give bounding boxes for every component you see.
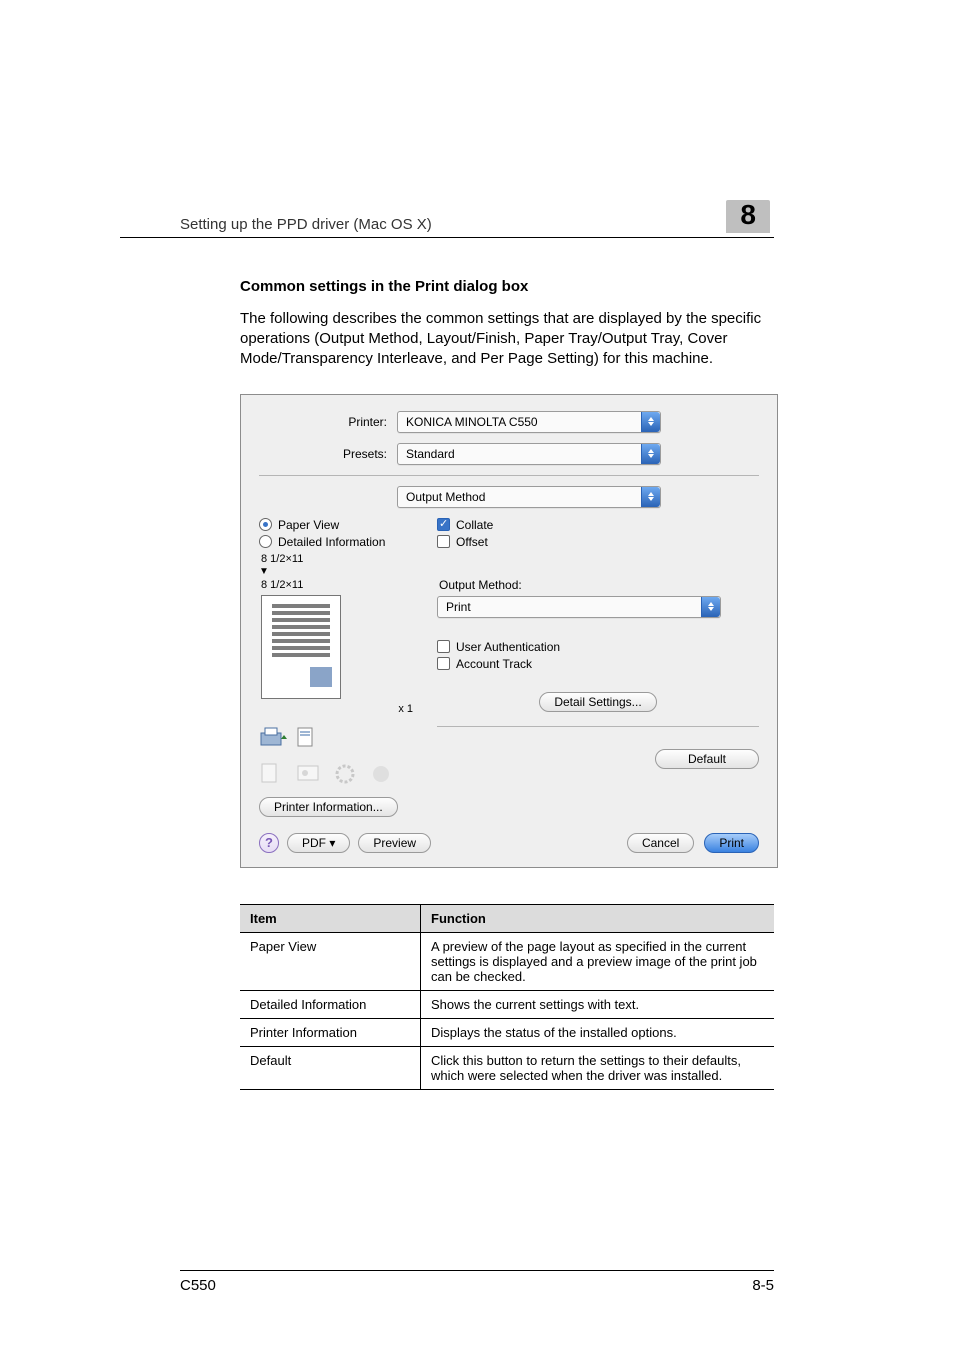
default-button[interactable]: Default	[655, 749, 759, 769]
presets-select[interactable]: Standard	[397, 443, 661, 465]
pane-select[interactable]: Output Method	[397, 486, 661, 508]
presets-label: Presets:	[259, 447, 387, 461]
radio-paper-view[interactable]: Paper View	[259, 518, 419, 532]
table-cell-item: Printer Information	[240, 1018, 421, 1046]
check-collate[interactable]: Collate	[437, 518, 759, 532]
chevron-updown-icon	[641, 412, 660, 432]
table-row: Detailed Information Shows the current s…	[240, 990, 774, 1018]
check-collate-input[interactable]	[437, 518, 450, 531]
chevron-updown-icon	[701, 597, 720, 617]
check-user-auth[interactable]: User Authentication	[437, 640, 759, 654]
running-header-left: Setting up the PPD driver (Mac OS X)	[180, 216, 432, 233]
pane-select-value: Output Method	[406, 490, 485, 504]
table-cell-func: Shows the current settings with text.	[421, 990, 775, 1018]
print-button[interactable]: Print	[704, 833, 759, 853]
radio-detailed-info-label: Detailed Information	[278, 535, 385, 549]
printer-information-button[interactable]: Printer Information...	[259, 797, 398, 817]
gear-user-icon	[331, 761, 359, 787]
radio-paper-view-label: Paper View	[278, 518, 339, 532]
page-preview-thumbnail	[261, 595, 341, 699]
page-size-to: 8 1/2×11	[261, 579, 419, 591]
table-header-item: Item	[240, 904, 421, 932]
user-card-icon	[295, 761, 323, 787]
radio-detailed-info-input[interactable]	[259, 535, 272, 548]
check-user-auth-label: User Authentication	[456, 640, 560, 654]
printer-select[interactable]: KONICA MINOLTA C550	[397, 411, 661, 433]
detail-settings-button[interactable]: Detail Settings...	[539, 692, 656, 712]
check-offset-input[interactable]	[437, 535, 450, 548]
intro-paragraph: The following describes the common setti…	[240, 309, 774, 370]
page-size-from: 8 1/2×11	[261, 553, 419, 565]
cancel-button[interactable]: Cancel	[627, 833, 694, 853]
radio-detailed-info[interactable]: Detailed Information	[259, 535, 419, 549]
printer-label: Printer:	[259, 415, 387, 429]
check-offset-label: Offset	[456, 535, 488, 549]
chevron-updown-icon	[641, 487, 660, 507]
section-heading: Common settings in the Print dialog box	[240, 278, 774, 295]
table-cell-item: Paper View	[240, 932, 421, 990]
printer-select-value: KONICA MINOLTA C550	[406, 415, 538, 429]
table-cell-item: Default	[240, 1046, 421, 1089]
preview-button[interactable]: Preview	[358, 833, 431, 853]
settings-table: Item Function Paper View A preview of th…	[240, 904, 774, 1090]
table-cell-func: Click this button to return the settings…	[421, 1046, 775, 1089]
check-collate-label: Collate	[456, 518, 493, 532]
stamp-icon	[367, 761, 395, 787]
check-account-track-input[interactable]	[437, 657, 450, 670]
check-account-track[interactable]: Account Track	[437, 657, 759, 671]
check-user-auth-input[interactable]	[437, 640, 450, 653]
help-button[interactable]: ?	[259, 833, 279, 853]
chevron-updown-icon	[641, 444, 660, 464]
footer-model: C550	[180, 1277, 216, 1294]
print-dialog: Printer: KONICA MINOLTA C550 Presets: St…	[240, 394, 778, 868]
table-cell-item: Detailed Information	[240, 990, 421, 1018]
check-account-track-label: Account Track	[456, 657, 532, 671]
output-method-label: Output Method:	[439, 578, 759, 592]
arrow-down-icon: ▼	[259, 569, 419, 575]
printer-icon	[259, 725, 287, 751]
document-lock-icon	[295, 725, 323, 751]
table-cell-func: Displays the status of the installed opt…	[421, 1018, 775, 1046]
radio-paper-view-input[interactable]	[259, 518, 272, 531]
table-row: Paper View A preview of the page layout …	[240, 932, 774, 990]
table-header-function: Function	[421, 904, 775, 932]
presets-select-value: Standard	[406, 447, 455, 461]
chapter-number: 8	[726, 200, 770, 233]
check-offset[interactable]: Offset	[437, 535, 759, 549]
preview-image-block-icon	[310, 667, 332, 687]
table-cell-func: A preview of the page layout as specifie…	[421, 932, 775, 990]
copies-indicator: x 1	[259, 703, 419, 715]
output-method-select-value: Print	[446, 600, 471, 614]
pdf-menu-button[interactable]: PDF ▾	[287, 833, 350, 853]
document-icon	[259, 761, 287, 787]
output-method-select[interactable]: Print	[437, 596, 721, 618]
table-row: Default Click this button to return the …	[240, 1046, 774, 1089]
table-row: Printer Information Displays the status …	[240, 1018, 774, 1046]
footer-page-number: 8-5	[752, 1277, 774, 1294]
preview-pane: Paper View Detailed Information 8 1/2×11…	[259, 518, 419, 817]
